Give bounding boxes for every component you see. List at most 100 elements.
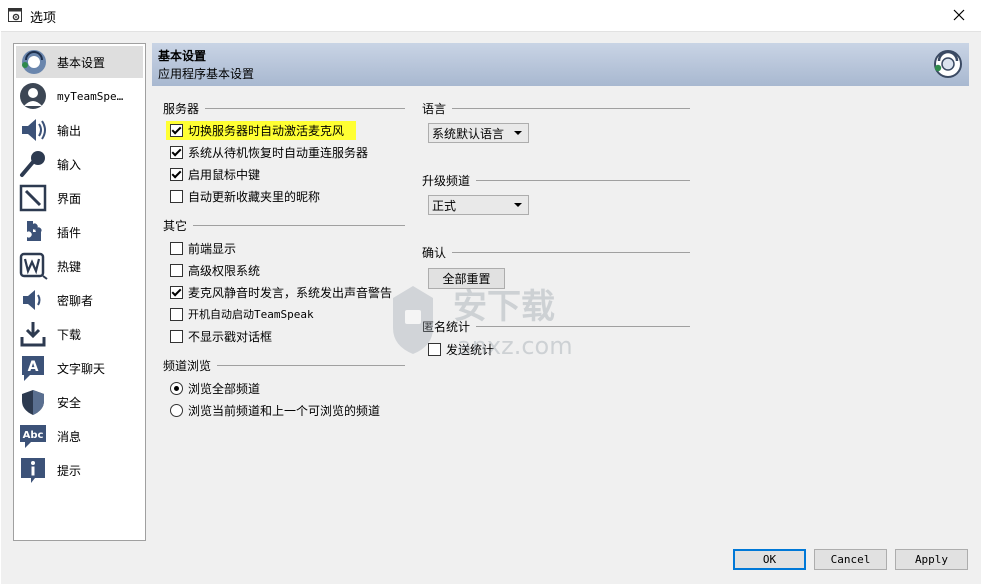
svg-text:Abc: Abc <box>23 430 44 441</box>
checkbox-label: 高级权限系统 <box>188 263 261 278</box>
radio-circle[interactable] <box>170 381 183 395</box>
window-title: 选项 <box>30 11 57 26</box>
checkbox-box[interactable] <box>170 189 183 203</box>
middle-click-checkbox[interactable]: 启用鼠标中键 <box>170 165 260 183</box>
anonymous-stats-group-label: 匿名统计 <box>422 320 471 334</box>
update-bookmark-nicknames-checkbox[interactable]: 自动更新收藏夹里的昵称 <box>170 187 320 205</box>
auto-reconnect-checkbox[interactable]: 系统从待机恢复时自动重连服务器 <box>170 143 368 161</box>
radio-circle[interactable] <box>170 403 183 417</box>
sidebar-item-notifications[interactable]: 提示 <box>16 454 143 486</box>
keyboard-w-icon <box>19 252 48 280</box>
sidebar-item-output[interactable]: 输出 <box>16 114 143 146</box>
checkbox-label: 开机自动启动TeamSpeak <box>188 308 314 321</box>
channel-browse-group-label: 频道浏览 <box>163 359 212 373</box>
sidebar-item-myteamspeak[interactable]: myTeamSpe… <box>16 80 143 112</box>
server-group-label: 服务器 <box>163 102 200 116</box>
language-divider <box>452 108 690 109</box>
sidebar-item-messages[interactable]: Abc 消息 <box>16 420 143 452</box>
checkbox-box[interactable] <box>170 167 183 181</box>
title-bar: 选项 <box>0 0 982 31</box>
hide-poke-dialog-checkbox[interactable]: 不显示戳对话框 <box>170 327 272 345</box>
checkbox-box[interactable] <box>170 285 183 299</box>
checkbox-label: 系统从待机恢复时自动重连服务器 <box>188 145 369 160</box>
language-select[interactable]: 系统默认语言 <box>428 123 529 143</box>
teamspeak-logo-icon <box>934 50 962 78</box>
settings-sidebar: 基本设置 myTeamSpe… 输出 输入 界面 插件 热键 密聊者 下载 A … <box>13 43 146 541</box>
confirm-group-label: 确认 <box>422 246 447 260</box>
page-subtitle: 应用程序基本设置 <box>158 67 255 81</box>
browse-current-channels-radio[interactable]: 浏览当前频道和上一个可浏览的频道 <box>170 401 380 419</box>
sidebar-item-general[interactable]: 基本设置 <box>16 46 143 78</box>
svg-text:A: A <box>28 359 39 375</box>
sidebar-item-interface[interactable]: 界面 <box>16 182 143 214</box>
sidebar-item-input[interactable]: 输入 <box>16 148 143 180</box>
settings-header: 基本设置 应用程序基本设置 <box>152 43 969 86</box>
whisper-speaker-icon <box>23 290 41 310</box>
server-group-divider <box>205 108 405 109</box>
checkbox-box[interactable] <box>170 307 183 321</box>
autostart-checkbox[interactable]: 开机自动启动TeamSpeak <box>170 305 314 323</box>
close-icon <box>953 9 965 21</box>
upgrade-channel-select-value: 正式 <box>432 198 457 213</box>
page-title: 基本设置 <box>158 49 207 63</box>
apply-button[interactable]: Apply <box>895 549 968 570</box>
language-select-value: 系统默认语言 <box>432 126 505 141</box>
sidebar-item-label: 提示 <box>57 463 82 478</box>
other-group-label: 其它 <box>163 219 188 233</box>
sidebar-item-text-chat[interactable]: A 文字聊天 <box>16 352 143 384</box>
puzzle-icon <box>27 221 42 241</box>
checkbox-label: 切换服务器时自动激活麦克风 <box>188 123 345 138</box>
teamspeak-logo-icon <box>22 50 46 74</box>
chat-a-icon: A <box>22 356 44 381</box>
upgrade-channel-select[interactable]: 正式 <box>428 195 529 215</box>
sidebar-item-label: 插件 <box>57 225 82 240</box>
checkbox-box[interactable] <box>170 241 183 255</box>
muted-mic-warning-checkbox[interactable]: 麦克风静音时发言，系统发出声音警告 <box>170 283 392 301</box>
pencil-icon <box>19 184 47 212</box>
sidebar-item-plugins[interactable]: 插件 <box>16 216 143 248</box>
sidebar-item-label: 安全 <box>57 395 82 410</box>
sidebar-item-whisper[interactable]: 密聊者 <box>16 284 143 316</box>
checkbox-box[interactable] <box>170 145 183 159</box>
sidebar-item-security[interactable]: 安全 <box>16 386 143 418</box>
speaker-icon <box>22 119 46 141</box>
anonymous-stats-divider <box>476 326 690 327</box>
dropdown-arrow-icon <box>514 203 522 207</box>
ok-button[interactable]: OK <box>733 549 806 570</box>
download-icon <box>20 322 46 347</box>
language-group-label: 语言 <box>422 102 447 116</box>
checkbox-box[interactable] <box>170 329 183 343</box>
sidebar-item-hotkeys[interactable]: 热键 <box>16 250 143 282</box>
dialog-client-area: 基本设置 myTeamSpe… 输出 输入 界面 插件 热键 密聊者 下载 A … <box>1 31 981 584</box>
checkbox-label: 自动更新收藏夹里的昵称 <box>188 189 321 204</box>
sidebar-item-label: myTeamSpe… <box>57 89 124 103</box>
sidebar-item-label: 输出 <box>57 123 82 138</box>
channel-browse-divider <box>217 365 405 366</box>
advanced-permissions-checkbox[interactable]: 高级权限系统 <box>170 261 260 279</box>
upgrade-channel-group-label: 升级频道 <box>422 174 471 188</box>
sidebar-item-label: 密聊者 <box>57 293 94 308</box>
info-icon <box>21 458 45 483</box>
browse-all-channels-radio[interactable]: 浏览全部频道 <box>170 379 260 397</box>
always-on-top-checkbox[interactable]: 前端显示 <box>170 239 236 257</box>
checkbox-label: 前端显示 <box>188 241 237 256</box>
other-group-divider <box>193 225 405 226</box>
radio-label: 浏览当前频道和上一个可浏览的频道 <box>188 403 381 418</box>
reset-all-button[interactable]: 全部重置 <box>428 268 505 289</box>
cancel-button[interactable]: Cancel <box>814 549 887 570</box>
checkbox-box[interactable] <box>170 123 183 137</box>
auto-activate-mic-checkbox[interactable]: 切换服务器时自动激活麦克风 <box>170 121 344 139</box>
close-button[interactable] <box>944 4 974 26</box>
checkbox-box[interactable] <box>428 342 441 356</box>
checkbox-label: 发送统计 <box>446 342 495 357</box>
sidebar-item-label: 界面 <box>57 191 82 206</box>
sidebar-item-downloads[interactable]: 下载 <box>16 318 143 350</box>
checkbox-label: 麦克风静音时发言，系统发出声音警告 <box>188 285 393 300</box>
checkbox-box[interactable] <box>170 263 183 277</box>
confirm-divider <box>452 252 690 253</box>
settings-window-icon <box>8 8 22 22</box>
shield-icon <box>22 390 44 415</box>
radio-label: 浏览全部频道 <box>188 381 261 396</box>
send-stats-checkbox[interactable]: 发送统计 <box>428 340 494 358</box>
sidebar-item-label: 消息 <box>57 429 82 444</box>
